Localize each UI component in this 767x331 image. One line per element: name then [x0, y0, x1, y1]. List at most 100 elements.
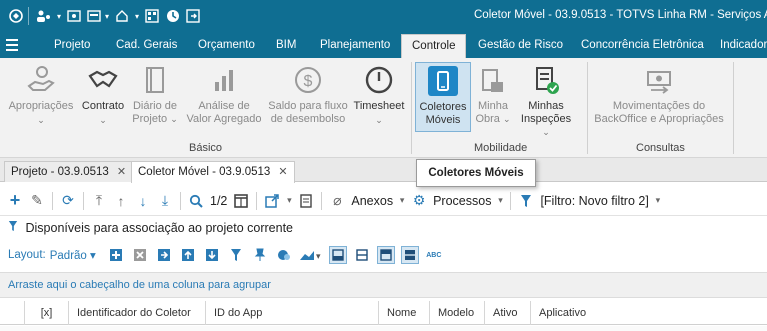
processos-button[interactable]: Processos	[433, 194, 491, 208]
last-record-icon[interactable]: ⤓	[156, 190, 174, 212]
filter-selector[interactable]: [Filtro: Novo filtro 2]	[540, 194, 648, 208]
layout-split-icon[interactable]	[353, 246, 371, 264]
first-record-icon[interactable]: ⤒	[90, 190, 108, 212]
inspecoes-label-line1: Minhas	[528, 100, 564, 112]
chevron-down-icon[interactable]: ▾	[496, 190, 504, 212]
search-icon[interactable]	[187, 190, 205, 212]
separator	[321, 191, 323, 210]
column-nome[interactable]: Nome	[378, 301, 429, 325]
timesheet-button[interactable]: Timesheet ⌄	[352, 64, 406, 127]
chevron-down-icon[interactable]: ▾	[103, 0, 111, 32]
app-logo-icon[interactable]	[8, 0, 24, 32]
minhaobra-label-line1: Minha	[478, 100, 508, 112]
view-icon[interactable]	[63, 0, 85, 32]
doc-tab-coletor-movel[interactable]: Coletor Móvel - 03.9.0513 ✕	[131, 161, 295, 183]
layout-rows-icon[interactable]	[400, 246, 419, 264]
separator	[83, 191, 84, 210]
refresh-icon[interactable]: ⟳	[59, 190, 77, 212]
pin-icon[interactable]	[251, 246, 269, 264]
edit-icon[interactable]: ✎	[28, 190, 46, 212]
layout-grid-icon[interactable]	[328, 246, 347, 264]
minhas-inspecoes-button[interactable]: Minhas Inspeções ⌄	[516, 64, 576, 139]
tab-orcamento[interactable]: Orçamento	[198, 32, 255, 58]
filter-icon[interactable]	[227, 246, 245, 264]
window-icon[interactable]	[85, 0, 103, 32]
grid-icon[interactable]	[141, 0, 163, 32]
layout-selector[interactable]: Padrão ▾	[50, 248, 96, 262]
column-identificador-coletor[interactable]: Identificador do Coletor	[68, 301, 205, 325]
spellcheck-icon[interactable]: ABC	[425, 246, 443, 264]
chevron-down-icon[interactable]: ▾	[654, 190, 662, 212]
svg-text:$: $	[304, 73, 313, 90]
anexos-button[interactable]: Anexos	[351, 194, 393, 208]
money-transfer-icon	[647, 71, 671, 94]
home-icon[interactable]	[111, 0, 133, 32]
movimentacoes-backoffice-button[interactable]: Movimentações do BackOffice e Apropriaçõ…	[592, 64, 726, 126]
tab-bim[interactable]: BIM	[276, 32, 296, 58]
diario-de-projeto-button[interactable]: Diário de Projeto ⌄	[130, 64, 180, 126]
add-row-icon[interactable]	[107, 246, 125, 264]
filter-icon[interactable]	[517, 190, 535, 212]
chevron-down-icon: ⌄	[375, 115, 383, 125]
export-icon[interactable]	[263, 190, 281, 212]
column-ativo[interactable]: Ativo	[484, 301, 530, 325]
group-by-hint[interactable]: Arraste aqui o cabeçalho de uma coluna p…	[0, 272, 767, 298]
window-title: Coletor Móvel - 03.9.0513 - TOTVS Linha …	[474, 9, 767, 21]
chevron-down-icon[interactable]: ▾	[133, 0, 141, 32]
tab-concorrencia-eletronica[interactable]: Concorrência Eletrônica	[581, 32, 704, 58]
analise-valor-agregado-button[interactable]: Análise de Valor Agregado	[184, 64, 264, 126]
contrato-button[interactable]: Contrato ⌄	[78, 64, 128, 127]
color-icon[interactable]	[275, 246, 293, 264]
clock-icon	[365, 66, 393, 94]
mov-label-line1: Movimentações do	[612, 100, 706, 112]
column-modelo[interactable]: Modelo	[429, 301, 484, 325]
separator	[52, 191, 53, 210]
inspecoes-label-line2: Inspeções	[520, 113, 572, 125]
layout-header-icon[interactable]	[376, 246, 395, 264]
tab-cad-gerais[interactable]: Cad. Gerais	[116, 32, 177, 58]
document-icon[interactable]	[297, 190, 315, 212]
import-icon[interactable]	[155, 246, 173, 264]
move-up-icon[interactable]	[179, 246, 197, 264]
help-icon[interactable]	[163, 0, 183, 32]
group-separator	[733, 62, 734, 154]
minha-obra-button[interactable]: Minha Obra ⌄	[473, 64, 513, 126]
columns-icon[interactable]	[232, 190, 250, 212]
add-icon[interactable]: +	[6, 190, 24, 212]
users-icon[interactable]	[33, 0, 55, 32]
group-separator	[411, 62, 412, 154]
layout-toolbar: Layout: Padrão ▾ ▾ ABC	[0, 242, 767, 268]
chevron-down-icon[interactable]: ▾	[55, 0, 63, 32]
chevron-down-icon[interactable]: ▾	[285, 190, 293, 212]
chevron-down-icon[interactable]: ▾	[398, 190, 406, 212]
close-icon[interactable]: ✕	[117, 166, 126, 178]
menu-icon[interactable]	[6, 39, 18, 51]
tab-planejamento[interactable]: Planejamento	[320, 32, 390, 58]
gear-icon[interactable]: ⚙	[410, 190, 428, 212]
column-select-all[interactable]: [x]	[24, 301, 68, 325]
paperclip-icon[interactable]: ⌀	[328, 190, 346, 212]
dollar-icon: $	[295, 67, 321, 93]
delete-row-icon[interactable]	[131, 246, 149, 264]
tab-controle[interactable]: Controle	[401, 34, 467, 58]
column-id-app[interactable]: ID do App	[205, 301, 378, 325]
exit-icon[interactable]	[183, 0, 203, 32]
column-aplicativo[interactable]: Aplicativo	[530, 301, 767, 325]
next-record-icon[interactable]: ↓	[134, 190, 152, 212]
apropriacoes-button[interactable]: Apropriações ⌄	[8, 64, 74, 127]
close-icon[interactable]: ✕	[278, 166, 287, 178]
separator	[256, 191, 258, 210]
contrato-label: Contrato	[81, 100, 125, 112]
tab-gestao-de-risco[interactable]: Gestão de Risco	[478, 32, 563, 58]
chart-icon[interactable]: ▾	[299, 246, 323, 264]
previous-record-icon[interactable]: ↑	[112, 190, 130, 212]
bar-chart-icon	[215, 70, 233, 91]
page-indicator: 1/2	[210, 193, 228, 208]
doc-tab-projeto[interactable]: Projeto - 03.9.0513 ✕	[4, 161, 134, 182]
ribbon-panel: Apropriações ⌄ Contrato ⌄ Diário de Proj…	[0, 58, 767, 158]
coletores-moveis-button[interactable]: Coletores Móveis	[415, 62, 471, 132]
tab-indicadores[interactable]: Indicadores	[720, 32, 767, 58]
saldo-fluxo-desembolso-button[interactable]: $ Saldo para fluxo de desembolso	[266, 64, 350, 126]
tab-projeto[interactable]: Projeto	[54, 32, 90, 58]
move-down-icon[interactable]	[203, 246, 221, 264]
